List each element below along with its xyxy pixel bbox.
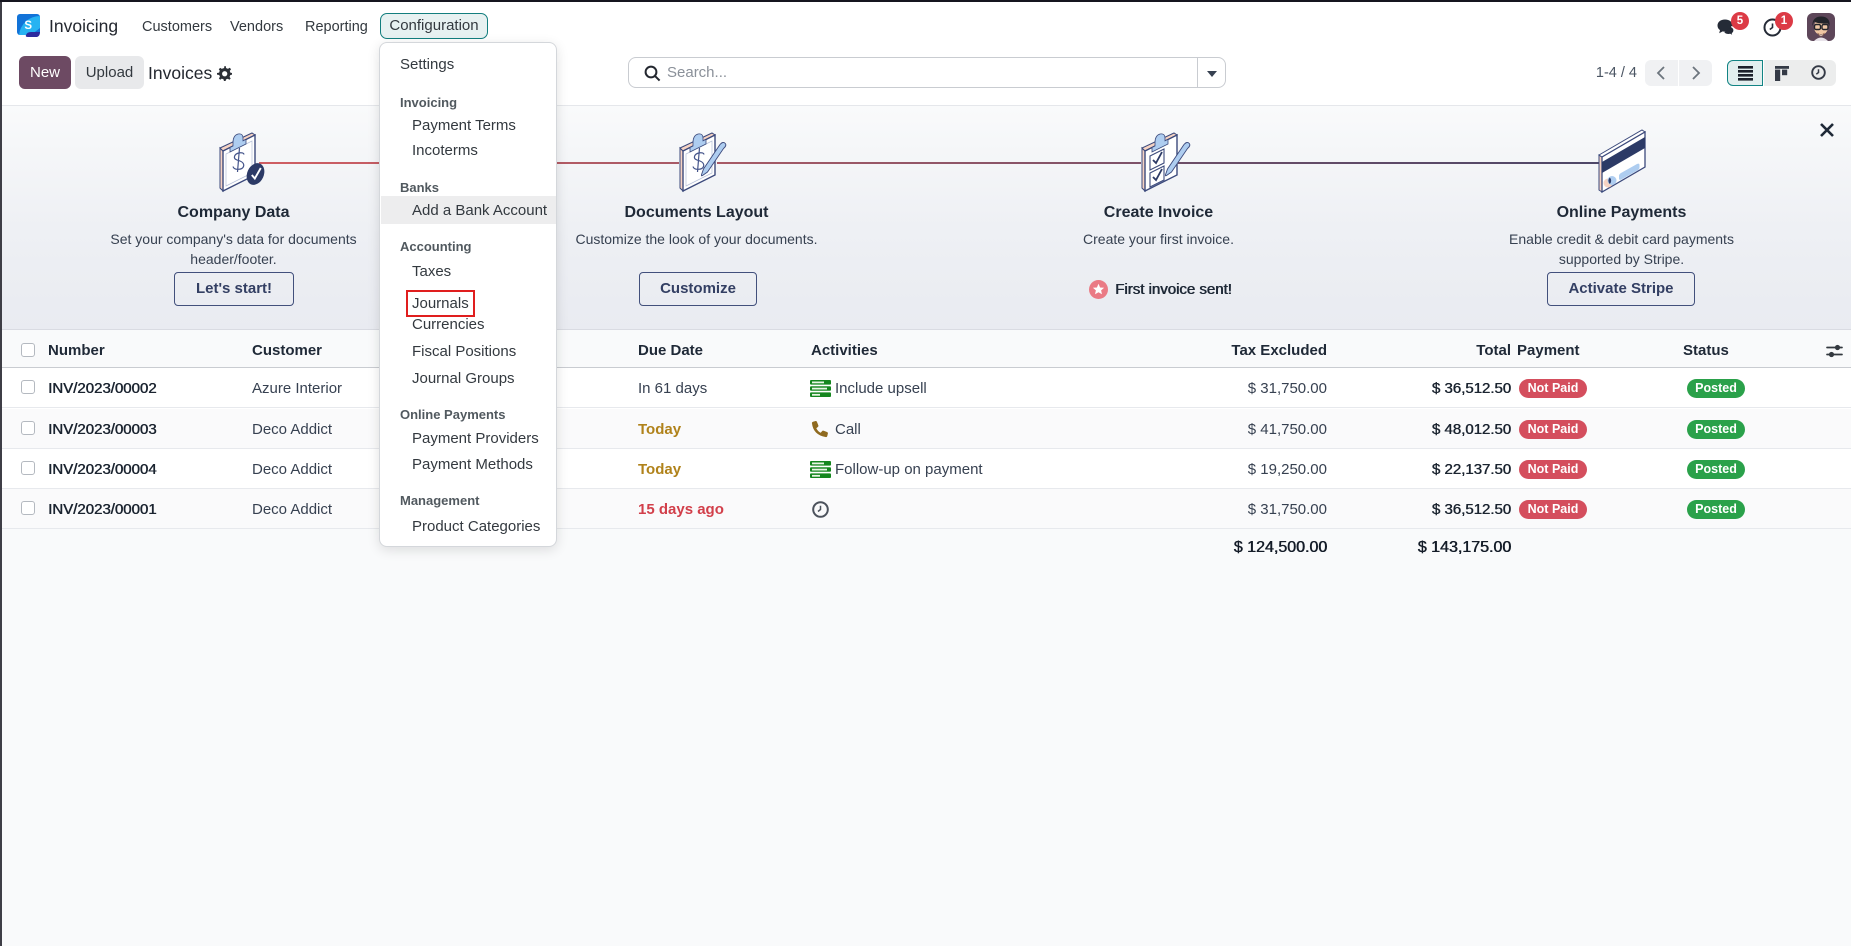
svg-text:S: S: [24, 20, 32, 32]
